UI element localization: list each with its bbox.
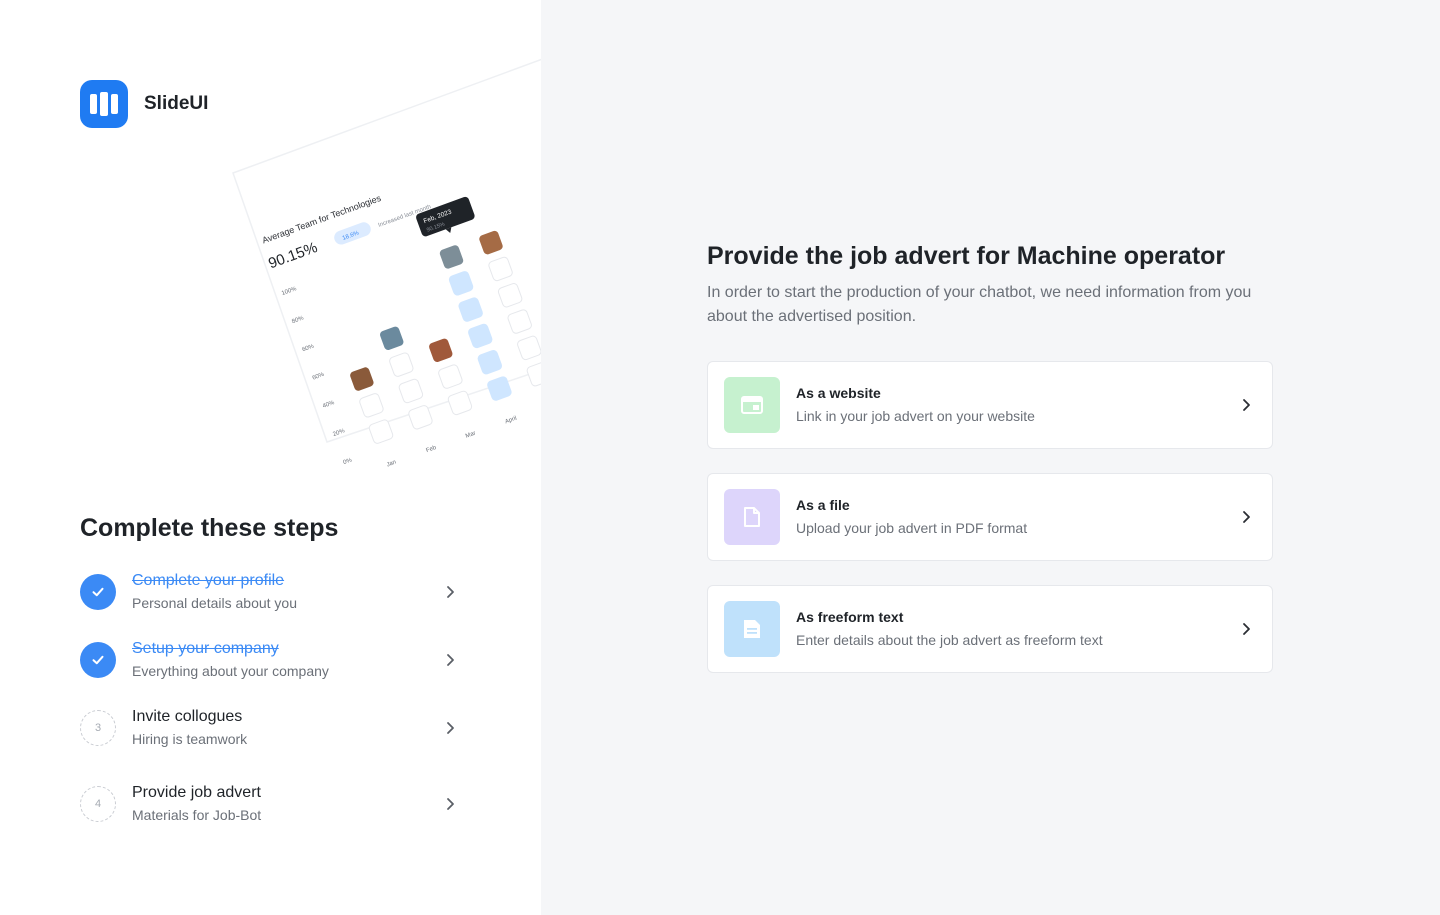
y-tick-label: 0% xyxy=(343,457,354,466)
chevron-right-icon xyxy=(1236,395,1256,415)
step-title: Complete your profile xyxy=(132,572,285,589)
step-setup-company[interactable]: Setup your company Everything about your… xyxy=(80,635,460,685)
step-check-icon xyxy=(80,642,116,678)
chevron-right-icon xyxy=(440,650,460,670)
file-icon xyxy=(724,489,780,545)
chevron-right-icon xyxy=(1236,507,1256,527)
left-panel: SlideUI Average Team for Technologies 90… xyxy=(0,0,541,915)
step-subtitle: Materials for Job-Bot xyxy=(132,807,262,823)
chevron-right-icon xyxy=(440,582,460,602)
option-subtitle: Enter details about the job advert as fr… xyxy=(796,632,1103,648)
step-check-icon xyxy=(80,574,116,610)
step-title: Provide job advert xyxy=(132,784,261,801)
brand-logo[interactable]: SlideUI xyxy=(80,80,208,128)
right-panel xyxy=(541,0,1440,915)
option-website[interactable]: As a website Link in your job advert on … xyxy=(707,361,1273,449)
page-title: Provide the job advert for Machine opera… xyxy=(707,242,1226,270)
step-subtitle: Personal details about you xyxy=(132,595,297,611)
option-freeform-text[interactable]: As freeform text Enter details about the… xyxy=(707,585,1273,673)
step-provide-job-advert[interactable]: 4 Provide job advert Materials for Job-B… xyxy=(80,779,460,829)
page-description: In order to start the production of your… xyxy=(707,284,1252,325)
x-tick-label: April xyxy=(504,416,517,426)
x-tick-label: Jan xyxy=(386,460,397,469)
x-tick-label: Feb xyxy=(425,445,437,454)
step-number: 4 xyxy=(80,786,116,822)
document-icon xyxy=(724,601,780,657)
step-subtitle: Everything about your company xyxy=(132,663,329,679)
option-title: As a file xyxy=(796,497,850,513)
option-file[interactable]: As a file Upload your job advert in PDF … xyxy=(707,473,1273,561)
step-number: 3 xyxy=(80,710,116,746)
step-subtitle: Hiring is teamwork xyxy=(132,731,248,747)
step-complete-profile[interactable]: Complete your profile Personal details a… xyxy=(80,567,460,617)
logo-icon xyxy=(80,80,128,128)
option-subtitle: Upload your job advert in PDF format xyxy=(796,520,1028,536)
chevron-right-icon xyxy=(1236,619,1256,639)
chevron-right-icon xyxy=(440,794,460,814)
step-invite-colleagues[interactable]: 3 Invite collogues Hiring is teamwork xyxy=(80,703,460,753)
dashboard-illustration: Average Team for Technologies 90.15% 18.… xyxy=(230,40,541,468)
brand-name: SlideUI xyxy=(144,93,209,114)
step-title: Invite collogues xyxy=(132,708,243,725)
x-tick-label: Mar xyxy=(465,431,477,440)
browser-icon xyxy=(724,377,780,433)
chevron-right-icon xyxy=(440,718,460,738)
steps-title: Complete these steps xyxy=(80,514,339,542)
option-subtitle: Link in your job advert on your website xyxy=(796,408,1035,424)
option-title: As freeform text xyxy=(796,609,904,625)
step-title: Setup your company xyxy=(132,640,279,657)
option-title: As a website xyxy=(796,385,881,401)
